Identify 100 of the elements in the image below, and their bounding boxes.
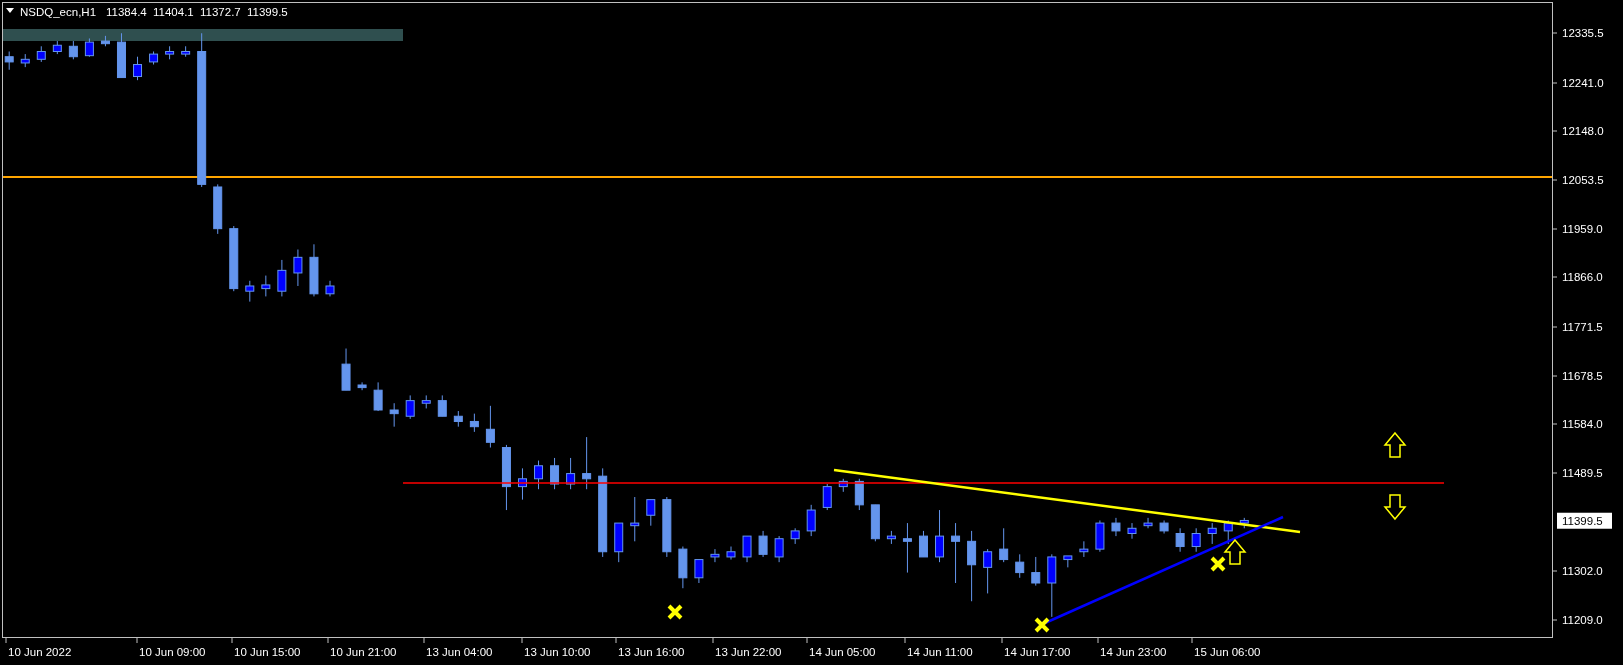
cross-marker-icon: [667, 604, 683, 620]
candlestick: [485, 405, 495, 448]
candlestick: [229, 225, 239, 292]
time-label: 13 Jun 22:00: [715, 646, 782, 658]
ohlc-value: 11372.7: [200, 6, 241, 18]
candlestick: [1175, 527, 1185, 553]
ohlc-value: 11399.5: [247, 6, 288, 18]
cross-marker-icon: [1210, 556, 1226, 572]
candlestick: [534, 460, 543, 490]
time-label: 14 Jun 17:00: [1004, 646, 1071, 658]
price-label: 11584.0: [1562, 418, 1603, 430]
candlestick: [357, 381, 367, 391]
price-label: 12335.5: [1562, 27, 1604, 39]
candlestick: [36, 45, 46, 63]
candlestick: [630, 496, 640, 542]
candlestick: [742, 535, 752, 563]
candlestick: [1095, 519, 1105, 553]
up-arrow-icon: [1223, 538, 1247, 565]
time-label: 13 Jun 10:00: [524, 646, 591, 658]
candlestick: [774, 535, 784, 563]
candlestick: [838, 478, 848, 493]
candlestick: [1111, 517, 1121, 537]
candlestick: [1159, 519, 1169, 534]
time-label: 10 Jun 21:00: [330, 646, 397, 658]
candlestick: [133, 56, 142, 81]
candlestick: [1143, 517, 1153, 529]
candlestick: [1207, 522, 1217, 545]
candlestick: [983, 548, 993, 594]
candlestick: [726, 546, 736, 561]
candlestick: [84, 37, 94, 58]
price-label: 11489.5: [1562, 467, 1603, 479]
candlestick: [325, 280, 335, 297]
candlestick: [149, 51, 159, 66]
candlestick: [919, 530, 928, 558]
candlestick: [646, 499, 656, 527]
candlestick: [68, 40, 78, 60]
time-label: 14 Jun 05:00: [809, 646, 876, 658]
candlestick: [293, 249, 303, 287]
candlestick: [1015, 553, 1025, 579]
candlestick: [165, 45, 175, 60]
time-label: 15 Jun 06:00: [1194, 646, 1261, 658]
cross-marker-icon: [1034, 617, 1050, 633]
time-label: 13 Jun 04:00: [426, 646, 493, 658]
candlestick: [20, 53, 30, 68]
price-label: 12148.0: [1562, 125, 1604, 137]
candlestick: [822, 483, 832, 511]
candlestick: [710, 548, 720, 563]
candlestick: [582, 436, 592, 490]
candlestick: [117, 32, 126, 79]
candlestick: [1127, 522, 1137, 540]
candlestick: [694, 559, 704, 584]
candlestick: [1079, 540, 1089, 558]
time-label: 14 Jun 11:00: [907, 646, 973, 658]
price-label: 12053.5: [1562, 174, 1604, 186]
price-label: 11866.0: [1562, 271, 1603, 283]
candlestick: [213, 183, 223, 235]
candlestick: [100, 35, 110, 47]
candlestick: [566, 457, 576, 490]
candlestick: [1047, 553, 1057, 618]
ohlc-value: 11404.1: [153, 6, 194, 18]
candlestick: [501, 444, 511, 511]
price-label: 11209.0: [1562, 614, 1603, 626]
candlestick: [662, 496, 672, 558]
candlestick: [309, 243, 319, 297]
candlestick: [421, 394, 431, 409]
price-label: 11771.5: [1562, 321, 1603, 333]
candlestick: [902, 522, 912, 574]
down-arrow-icon: [1383, 494, 1407, 521]
candlestick: [967, 530, 977, 602]
dropdown-triangle-icon[interactable]: [6, 8, 14, 13]
candlestick: [405, 394, 415, 420]
price-label: 11678.5: [1562, 370, 1603, 382]
candlestick: [758, 530, 768, 558]
candlestick: [1031, 556, 1041, 587]
candlestick: [790, 527, 800, 545]
symbol-label: NSDQ_ecn,H1: [20, 6, 97, 18]
candlestick: [181, 45, 191, 58]
candlestick: [999, 527, 1009, 563]
price-label: 11302.0: [1562, 565, 1603, 577]
candlestick: [886, 530, 896, 545]
candlestick: [1191, 527, 1201, 553]
candlestick: [52, 40, 62, 55]
candlestick: [453, 410, 463, 428]
candlestick: [806, 504, 816, 537]
candlestick: [437, 394, 447, 417]
candlestick: [1063, 555, 1073, 568]
time-label: 14 Jun 23:00: [1100, 646, 1167, 658]
candlestick: [4, 51, 14, 71]
price-label: 11959.0: [1562, 223, 1603, 235]
candlestick: [854, 478, 864, 511]
candlestick: [1223, 519, 1233, 545]
candlestick: [678, 546, 688, 589]
time-label: 13 Jun 16:00: [618, 646, 685, 658]
candlestick: [245, 280, 255, 303]
candlestick: [341, 348, 351, 391]
candlestick: [518, 467, 527, 501]
ohlc-value: 11384.4: [106, 6, 147, 18]
time-label: 10 Jun 09:00: [139, 646, 206, 658]
candlestick: [951, 522, 961, 584]
candlestick: [277, 259, 287, 297]
